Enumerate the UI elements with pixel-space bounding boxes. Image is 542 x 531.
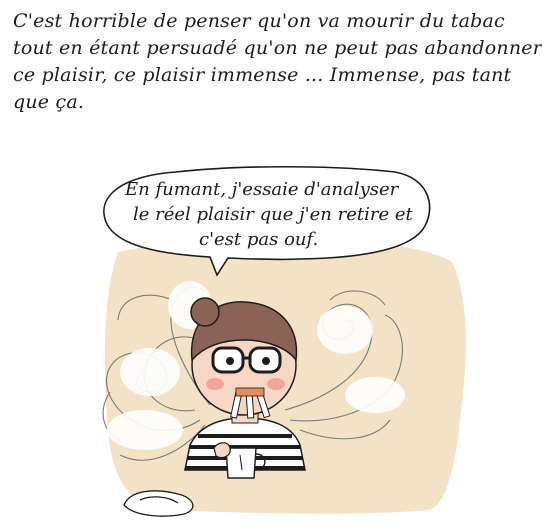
speech-line-1: En fumant, j'essaie d'analyser [125,179,399,200]
speech-bubble-text: En fumant, j'essaie d'analyser le réel p… [125,177,415,252]
comic-panel: C'est horrible de penser qu'on va mourir… [0,0,542,531]
caption-line-3: ce plaisir, ce plaisir immense ... Immen… [13,64,512,86]
hair-bun [190,297,220,327]
caption-line-2: tout en étant persuadé qu'on ne peut pas… [13,37,542,59]
speech-line-2: le réel plaisir que j'en retire et [133,204,413,225]
woman-smoking-illustration [184,297,306,479]
speech-line-3: c'est pas ouf. [199,229,319,250]
caption-line-4: que ça. [13,91,85,113]
ashtray-icon [123,490,194,517]
narration-caption: C'est horrible de penser qu'on va mourir… [13,8,542,116]
caption-line-1: C'est horrible de penser qu'on va mourir… [13,10,505,32]
cigarette-icon [230,387,271,419]
